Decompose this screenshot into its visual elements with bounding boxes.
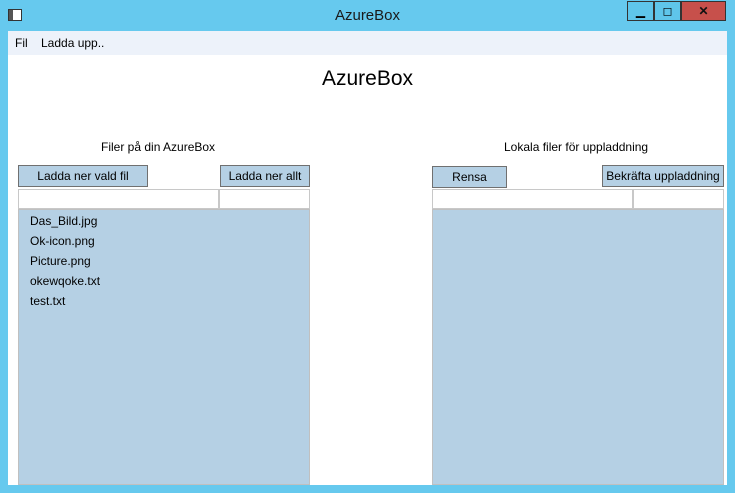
local-files-label: Lokala filer för uppladdning xyxy=(504,140,649,154)
confirm-upload-button[interactable]: Bekräfta uppladdning xyxy=(602,165,724,187)
page-title: AzureBox xyxy=(321,67,414,90)
list-item[interactable]: Das_Bild.jpg xyxy=(30,214,97,228)
remote-list-header-name[interactable] xyxy=(18,189,219,209)
title-bar[interactable]: AzureBox ▁ ◻ ✕ xyxy=(0,0,735,32)
list-item[interactable]: Ok-icon.png xyxy=(30,234,95,248)
download-selected-button[interactable]: Ladda ner vald fil xyxy=(18,165,148,187)
maximize-button[interactable]: ◻ xyxy=(654,1,681,21)
remote-files-label: Filer på din AzureBox xyxy=(101,140,216,154)
client-area: Fil Ladda upp.. AzureBox Filer på din Az… xyxy=(8,31,727,485)
list-item[interactable]: Picture.png xyxy=(30,254,91,268)
list-item[interactable]: okewqoke.txt xyxy=(30,274,100,288)
minimize-button[interactable]: ▁ xyxy=(627,1,654,21)
remote-list-header-extra[interactable] xyxy=(219,189,310,209)
app-window: AzureBox ▁ ◻ ✕ Fil Ladda upp.. AzureBox … xyxy=(0,0,735,493)
local-file-list[interactable] xyxy=(432,209,724,485)
window-title: AzureBox xyxy=(334,7,401,24)
remote-file-list[interactable]: Das_Bild.jpg Ok-icon.png Picture.png oke… xyxy=(18,209,310,485)
menu-bar: Fil Ladda upp.. xyxy=(8,31,727,55)
menu-fil[interactable]: Fil xyxy=(15,36,28,50)
menu-ladda-upp[interactable]: Ladda upp.. xyxy=(41,36,104,50)
local-list-header-extra[interactable] xyxy=(633,189,724,209)
list-item[interactable]: test.txt xyxy=(30,294,65,308)
clear-button[interactable]: Rensa xyxy=(432,166,507,188)
local-list-header-name[interactable] xyxy=(432,189,633,209)
close-button[interactable]: ✕ xyxy=(681,1,726,21)
download-all-button[interactable]: Ladda ner allt xyxy=(220,165,310,187)
